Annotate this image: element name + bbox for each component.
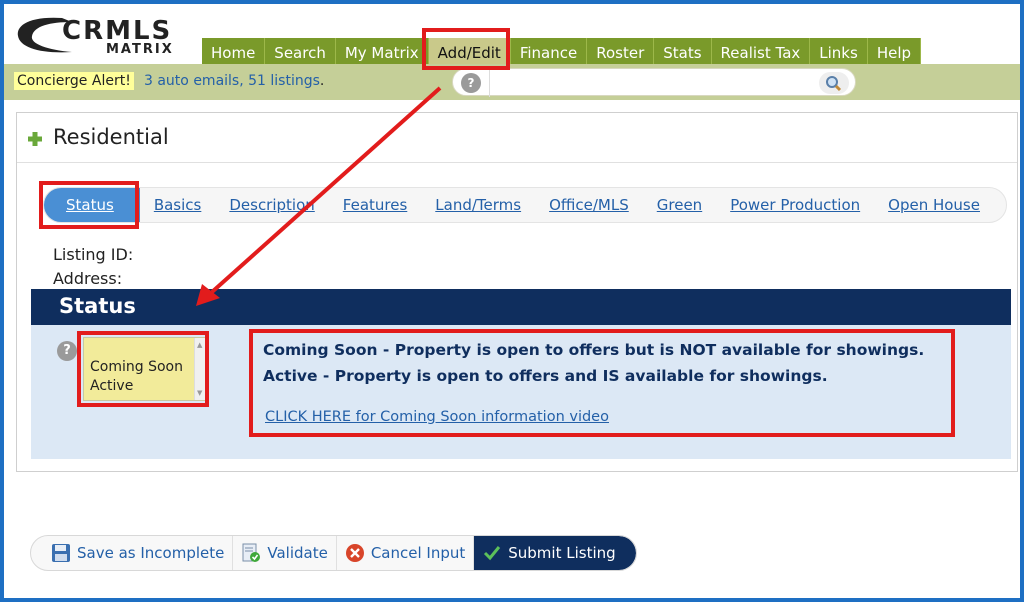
address-label: Address:	[53, 269, 123, 288]
alert-suffix: .	[319, 73, 325, 89]
tab-power-production[interactable]: Power Production	[716, 188, 874, 222]
tab-green[interactable]: Green	[643, 188, 716, 222]
search-divider	[489, 69, 490, 97]
submit-listing-label: Submit Listing	[508, 544, 616, 562]
listing-id-label: Listing ID:	[53, 245, 134, 264]
cancel-input-button[interactable]: Cancel Input	[337, 536, 475, 570]
alert-link[interactable]: 3 auto emails, 51 listings	[144, 73, 320, 89]
tab-office-mls[interactable]: Office/MLS	[535, 188, 643, 222]
floppy-disk-icon	[52, 544, 70, 562]
listing-tabs: Status Basics Description Features Land/…	[43, 187, 1007, 223]
quick-search-input[interactable]: ?	[452, 68, 856, 97]
alert-message: 3 auto emails, 51 listings.	[144, 73, 324, 89]
status-help-icon[interactable]: ?	[57, 341, 77, 361]
logo-text-matrix: MATRIX	[106, 42, 174, 57]
validate-label: Validate	[267, 544, 328, 562]
checkmark-icon	[484, 546, 501, 561]
save-incomplete-button[interactable]: Save as Incomplete	[31, 536, 234, 570]
crmls-logo[interactable]: CRMLS MATRIX	[14, 12, 194, 62]
search-help-icon[interactable]: ?	[461, 73, 481, 93]
magnifier-icon[interactable]	[819, 72, 849, 94]
page-title: Residential	[53, 125, 169, 149]
annotation-box-status-info	[249, 329, 955, 437]
app-header: CRMLS MATRIX Home Search My Matrix Add/E…	[4, 4, 1020, 68]
submit-listing-button[interactable]: Submit Listing	[474, 536, 636, 570]
tab-features[interactable]: Features	[329, 188, 422, 222]
save-incomplete-label: Save as Incomplete	[77, 544, 225, 562]
plus-icon[interactable]	[27, 131, 43, 147]
tab-description[interactable]: Description	[215, 188, 328, 222]
annotation-box-add-edit	[422, 28, 510, 70]
validate-icon	[242, 543, 261, 562]
magnifier-glyph	[826, 76, 842, 92]
panel-header: Residential	[17, 113, 1017, 163]
status-section-title: Status	[59, 294, 136, 318]
validate-button[interactable]: Validate	[233, 536, 337, 570]
tab-basics[interactable]: Basics	[140, 188, 216, 222]
annotation-box-status-tab	[39, 181, 139, 229]
tab-open-house[interactable]: Open House	[874, 188, 994, 222]
annotation-box-status-select	[77, 331, 209, 407]
listing-actions-bar: Save as Incomplete Validate Cancel Input…	[30, 535, 637, 571]
tab-land-terms[interactable]: Land/Terms	[421, 188, 535, 222]
concierge-alert-label: Concierge Alert!	[14, 72, 134, 90]
status-section-header: Status	[31, 289, 1011, 325]
cancel-x-icon	[345, 544, 364, 562]
cancel-input-label: Cancel Input	[370, 544, 466, 562]
